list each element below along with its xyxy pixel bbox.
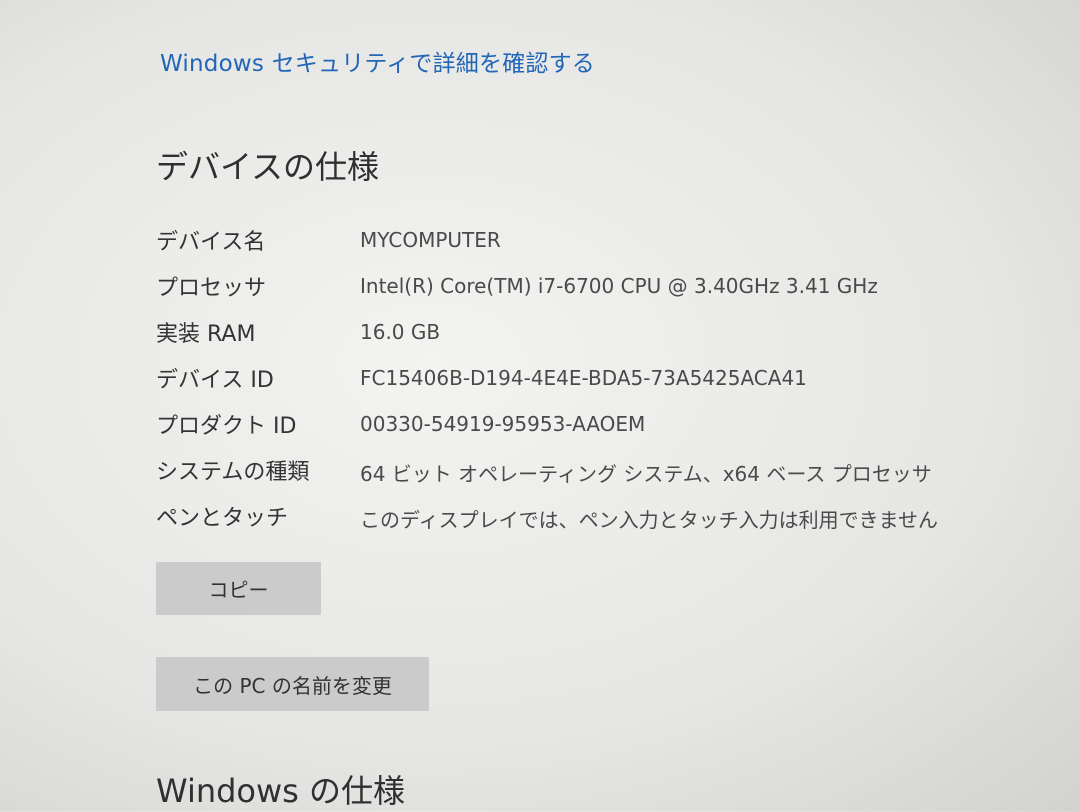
device-specs-heading: デバイスの仕様 [156, 148, 380, 186]
spec-value: MYCOMPUTER [360, 228, 501, 252]
spec-row-ram: 実装 RAM 16.0 GB [156, 316, 1056, 362]
about-settings-page: Windows セキュリティで詳細を確認する デバイスの仕様 デバイス名 MYC… [0, 0, 1080, 811]
spec-value: FC15406B-D194-4E4E-BDA5-73A5425ACA41 [360, 366, 807, 390]
spec-label: デバイス名 [156, 230, 266, 255]
windows-specs-heading: Windows の仕様 [156, 772, 406, 810]
spec-label: 実装 RAM [156, 322, 256, 347]
spec-value: Intel(R) Core(TM) i7-6700 CPU @ 3.40GHz … [360, 274, 878, 298]
spec-row-pen-touch: ペンとタッチ このディスプレイでは、ペン入力とタッチ入力は利用できません [156, 500, 1056, 546]
windows-security-link[interactable]: Windows セキュリティで詳細を確認する [160, 44, 595, 78]
spec-row-product-id: プロダクト ID 00330-54919-95953-AAOEM [156, 408, 1056, 454]
copy-button[interactable]: コピー [156, 562, 321, 615]
device-specs-table: デバイス名 MYCOMPUTER プロセッサ Intel(R) Core(TM)… [156, 224, 1056, 546]
spec-label: システムの種類 [156, 460, 310, 485]
rename-pc-button[interactable]: この PC の名前を変更 [156, 657, 429, 711]
spec-label: プロセッサ [156, 276, 267, 301]
spec-label: ペンとタッチ [156, 506, 289, 531]
spec-label: プロダクト ID [156, 414, 297, 439]
spec-row-device-id: デバイス ID FC15406B-D194-4E4E-BDA5-73A5425A… [156, 362, 1056, 408]
spec-value: 16.0 GB [360, 320, 441, 344]
spec-value: 64 ビット オペレーティング システム、x64 ベース プロセッサ [360, 462, 932, 486]
spec-value: 00330-54919-95953-AAOEM [360, 412, 646, 436]
spec-row-processor: プロセッサ Intel(R) Core(TM) i7-6700 CPU @ 3.… [156, 270, 1056, 316]
spec-label: デバイス ID [156, 368, 274, 393]
spec-row-system-type: システムの種類 64 ビット オペレーティング システム、x64 ベース プロセ… [156, 454, 1056, 500]
spec-value: このディスプレイでは、ペン入力とタッチ入力は利用できません [360, 508, 938, 532]
spec-row-device-name: デバイス名 MYCOMPUTER [156, 224, 1056, 270]
